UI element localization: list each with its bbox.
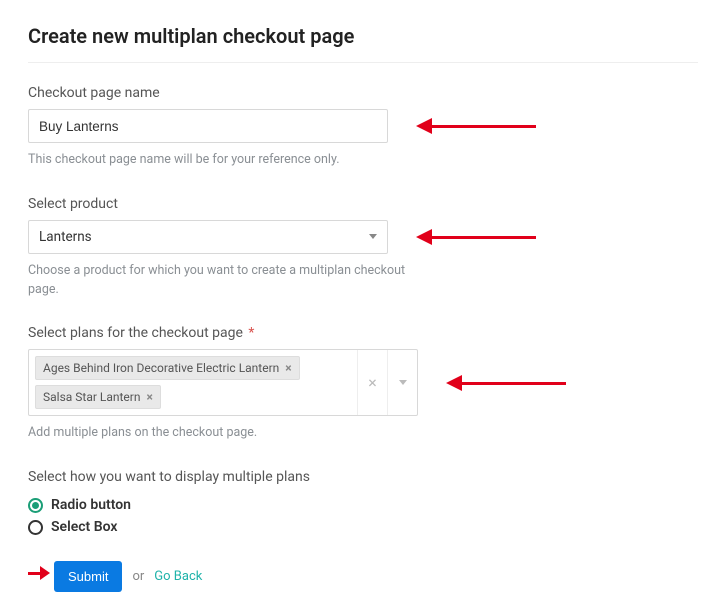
chevron-down-icon — [369, 234, 377, 239]
annotation-arrow-icon — [28, 568, 50, 578]
clear-all-icon[interactable]: × — [357, 350, 387, 415]
open-dropdown-button[interactable] — [387, 350, 417, 415]
select-plans-helper: Add multiple plans on the checkout page. — [28, 424, 408, 443]
or-text: or — [132, 569, 144, 584]
annotation-arrow-icon — [446, 378, 566, 388]
selected-plan-tag: Ages Behind Iron Decorative Electric Lan… — [35, 356, 300, 380]
select-plans-multiselect[interactable]: Ages Behind Iron Decorative Electric Lan… — [28, 349, 418, 416]
checkout-name-label: Checkout page name — [28, 85, 698, 101]
display-option-select-box[interactable]: Select Box — [28, 519, 698, 535]
remove-tag-icon[interactable]: × — [147, 390, 153, 404]
select-product-helper: Choose a product for which you want to c… — [28, 262, 408, 300]
select-product-value: Lanterns — [39, 229, 92, 245]
submit-button[interactable]: Submit — [54, 561, 122, 592]
selected-plans-area: Ages Behind Iron Decorative Electric Lan… — [29, 350, 357, 415]
checkout-name-helper: This checkout page name will be for your… — [28, 151, 408, 170]
select-plans-group: Select plans for the checkout page * Age… — [28, 325, 698, 443]
selected-plan-label: Salsa Star Lantern — [43, 390, 141, 404]
radio-option-label: Select Box — [51, 519, 117, 535]
display-option-radio-button[interactable]: Radio button — [28, 497, 698, 513]
form-actions: Submit or Go Back — [54, 561, 202, 592]
radio-option-label: Radio button — [51, 497, 131, 513]
annotation-arrow-icon — [416, 121, 536, 131]
select-plans-label: Select plans for the checkout page * — [28, 325, 698, 341]
radio-icon — [28, 520, 43, 535]
select-product-label: Select product — [28, 196, 698, 212]
annotation-arrow-icon — [416, 232, 536, 242]
selected-plan-label: Ages Behind Iron Decorative Electric Lan… — [43, 361, 279, 375]
radio-icon — [28, 498, 43, 513]
select-product-dropdown[interactable]: Lanterns — [28, 220, 388, 254]
go-back-link[interactable]: Go Back — [154, 569, 202, 584]
checkout-name-group: Checkout page name This checkout page na… — [28, 85, 698, 170]
select-product-group: Select product Lanterns Choose a product… — [28, 196, 698, 300]
selected-plan-tag: Salsa Star Lantern × — [35, 385, 161, 409]
required-asterisk: * — [248, 325, 254, 341]
checkout-name-input[interactable] — [28, 109, 388, 143]
display-mode-group: Select how you want to display multiple … — [28, 469, 698, 535]
display-mode-label: Select how you want to display multiple … — [28, 469, 698, 485]
page-title: Create new multiplan checkout page — [28, 24, 698, 63]
remove-tag-icon[interactable]: × — [285, 361, 291, 375]
chevron-down-icon — [399, 380, 407, 385]
